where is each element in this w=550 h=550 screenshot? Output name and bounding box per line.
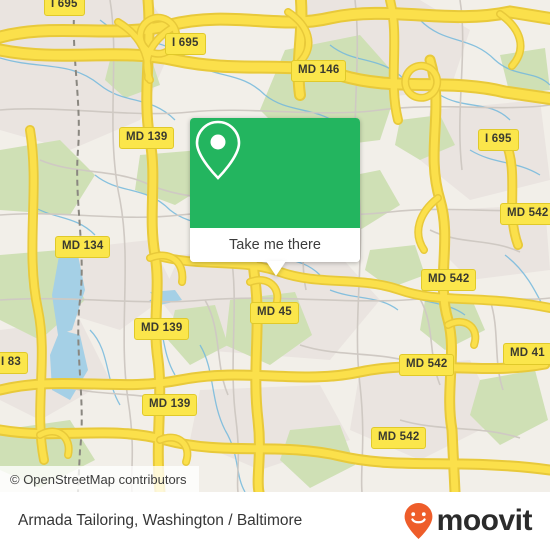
road-shield: MD 542 (399, 354, 455, 376)
road-shield: MD 139 (142, 394, 198, 416)
screenshot-root: I 695 I 695 MD 146 I 695 MD 139 MD 542 M… (0, 0, 550, 550)
take-me-there-button[interactable]: Take me there (190, 228, 360, 262)
road-shield: I 695 (165, 33, 206, 55)
road-shield: MD 146 (291, 60, 347, 82)
take-me-there-label: Take me there (229, 237, 321, 253)
road-shield: MD 542 (500, 203, 550, 225)
road-shield: MD 134 (55, 236, 111, 258)
road-shield: MD 542 (371, 427, 427, 449)
page-title: Armada Tailoring, Washington / Baltimore (18, 512, 303, 529)
map-attribution[interactable]: © OpenStreetMap contributors (0, 466, 199, 492)
footer-bar: Armada Tailoring, Washington / Baltimore… (0, 492, 550, 550)
moovit-wordmark: moovit (436, 504, 533, 537)
popup-pin-panel (190, 118, 360, 228)
map-canvas[interactable]: I 695 I 695 MD 146 I 695 MD 139 MD 542 M… (0, 0, 550, 492)
popup-pointer-tail (266, 261, 286, 276)
road-shield: I 83 (0, 352, 28, 374)
road-shield: MD 542 (421, 269, 477, 291)
road-shield: MD 139 (134, 318, 190, 340)
road-shield: MD 45 (250, 302, 299, 324)
destination-popup-card[interactable]: Take me there (190, 118, 360, 276)
moovit-brand[interactable]: moovit (403, 502, 533, 540)
road-shield: I 695 (478, 129, 519, 151)
road-shield: MD 41 (503, 343, 550, 365)
road-shield: MD 139 (119, 127, 175, 149)
moovit-smiley-pin-icon (403, 502, 434, 540)
road-shield: I 695 (44, 0, 85, 16)
attribution-text: © OpenStreetMap contributors (10, 471, 187, 487)
